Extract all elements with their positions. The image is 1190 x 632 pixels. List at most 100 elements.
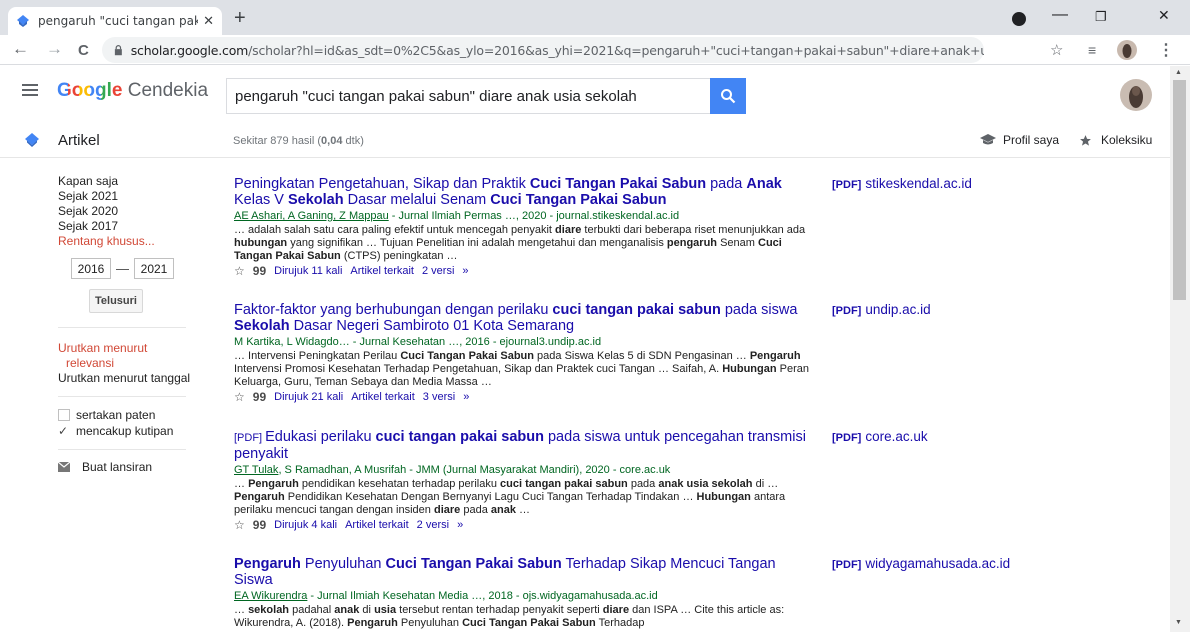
- snippet-highlight: sekolah: [248, 604, 290, 616]
- snippet-highlight: pengaruh: [666, 237, 718, 249]
- scroll-down-icon[interactable]: ▼: [1175, 619, 1182, 626]
- hamburger-menu-icon[interactable]: [22, 84, 38, 96]
- scholar-header: Google Cendekia: [0, 66, 1170, 122]
- browser-profile-icon[interactable]: [1012, 12, 1026, 26]
- time-filter-2020[interactable]: Sejak 2020: [58, 204, 188, 219]
- cited-by-link[interactable]: Dirujuk 21 kali: [274, 390, 343, 404]
- snippet-highlight: diare: [555, 224, 582, 236]
- snippet-text: Senam: [717, 237, 758, 249]
- versions-link[interactable]: 3 versi: [423, 390, 455, 404]
- time-filter-any[interactable]: Kapan saja: [58, 174, 188, 189]
- snippet-highlight: anak usia sekolah: [658, 478, 753, 490]
- my-profile-link[interactable]: Profil saya: [980, 133, 1059, 147]
- star-filled-icon: [1080, 134, 1091, 146]
- my-library-link[interactable]: Koleksiku: [1079, 133, 1152, 147]
- restore-icon[interactable]: ❐: [1095, 8, 1107, 26]
- bookmark-star-icon[interactable]: ☆: [1050, 41, 1063, 59]
- result-title-link[interactable]: Faktor-faktor yang berhubungan dengan pe…: [234, 302, 814, 334]
- result-snippet: … Pengaruh pendidikan kesehatan terhadap…: [234, 478, 814, 517]
- include-citations[interactable]: ✓ mencakup kutipan: [58, 423, 188, 439]
- snippet-text: Intervensi Promosi Kesehatan Terhadap Pe…: [234, 363, 723, 375]
- page-scrollbar[interactable]: ▲ ▼: [1170, 66, 1190, 632]
- address-bar[interactable]: scholar.google.com/scholar?hl=id&as_sdt=…: [102, 37, 984, 63]
- minimize-icon[interactable]: —: [1052, 6, 1068, 24]
- result-title-link[interactable]: [PDF] Edukasi perilaku cuci tangan pakai …: [234, 429, 814, 462]
- scroll-thumb[interactable]: [1173, 80, 1186, 300]
- include-patents[interactable]: sertakan paten: [58, 407, 188, 423]
- artikel-label[interactable]: Artikel: [58, 132, 100, 149]
- snippet-highlight: Pengaruh: [749, 350, 801, 362]
- more-icon[interactable]: »: [457, 518, 463, 532]
- result-title-link[interactable]: Peningkatan Pengetahuan, Sikap dan Prakt…: [234, 176, 814, 208]
- search-icon: [721, 89, 736, 104]
- create-alert-link[interactable]: Buat lansiran: [58, 460, 188, 474]
- author-link[interactable]: GT Tulak: [234, 464, 278, 476]
- more-icon[interactable]: »: [462, 264, 468, 278]
- pdf-source-link[interactable]: [PDF] widyagamahusada.ac.id: [832, 556, 1010, 571]
- pdf-source-link[interactable]: [PDF] undip.ac.id: [832, 302, 931, 317]
- window-close-icon[interactable]: ✕: [1158, 6, 1170, 24]
- sort-relevance[interactable]: Urutkan menurut: [58, 341, 188, 356]
- save-star-icon[interactable]: ☆: [234, 518, 245, 532]
- snippet-highlight: Pengaruh: [347, 617, 398, 629]
- time-filter-custom[interactable]: Rentang khusus...: [58, 234, 188, 249]
- snippet-text: …: [234, 604, 249, 616]
- patents-checkbox[interactable]: [58, 409, 70, 421]
- browser-avatar[interactable]: [1117, 40, 1137, 60]
- author-link[interactable]: EA Wikurendra: [234, 590, 307, 602]
- search-input[interactable]: [227, 79, 707, 113]
- sidebar-divider: [58, 327, 186, 328]
- snippet-text: padahal: [289, 604, 335, 616]
- sidebar-divider: [58, 396, 186, 397]
- pdf-badge: [PDF]: [234, 432, 263, 444]
- pdf-source-link[interactable]: [PDF] core.ac.uk: [832, 429, 928, 444]
- related-articles-link[interactable]: Artikel terkait: [350, 264, 414, 278]
- related-articles-link[interactable]: Artikel terkait: [351, 390, 415, 404]
- cited-by-link[interactable]: Dirujuk 4 kali: [274, 518, 337, 532]
- scroll-up-icon[interactable]: ▲: [1175, 69, 1182, 76]
- account-avatar[interactable]: [1120, 79, 1152, 111]
- title-highlight: Anak: [746, 176, 782, 192]
- time-filter-2017[interactable]: Sejak 2017: [58, 219, 188, 234]
- title-highlight: cuci tangan pakai sabun: [552, 302, 721, 318]
- search-button[interactable]: [710, 78, 746, 114]
- versions-link[interactable]: 2 versi: [422, 264, 454, 278]
- back-icon[interactable]: ←: [12, 39, 29, 59]
- tab-close-icon[interactable]: ✕: [203, 13, 214, 29]
- browser-menu-icon[interactable]: ⋮: [1158, 40, 1174, 60]
- result-count-prefix: Sekitar 879 hasil (: [233, 135, 322, 147]
- pdf-source-link[interactable]: [PDF] stikeskendal.ac.id: [832, 176, 972, 191]
- sort-date[interactable]: Urutkan menurut tanggal: [58, 371, 190, 386]
- title-text: pada: [706, 176, 747, 192]
- more-icon[interactable]: »: [463, 390, 469, 404]
- telusuri-button[interactable]: Telusuri: [89, 289, 143, 313]
- cite-icon[interactable]: 99: [253, 390, 266, 404]
- media-playlist-icon[interactable]: ≡: [1088, 42, 1096, 58]
- reload-icon[interactable]: C: [78, 41, 89, 61]
- time-filter-2021[interactable]: Sejak 2021: [58, 189, 188, 204]
- browser-toolbar: ← → C scholar.google.com/scholar?hl=id&a…: [0, 35, 1190, 65]
- cite-icon[interactable]: 99: [253, 518, 266, 532]
- year-from-input[interactable]: [71, 258, 111, 279]
- cite-icon[interactable]: 99: [253, 264, 266, 278]
- citations-checkbox[interactable]: ✓: [58, 423, 70, 439]
- versions-link[interactable]: 2 versi: [417, 518, 449, 532]
- forward-icon[interactable]: →: [46, 39, 63, 59]
- sort-relevance-line2[interactable]: relevansi: [58, 356, 188, 371]
- scholar-favicon-icon: [17, 15, 29, 27]
- cited-by-link[interactable]: Dirujuk 11 kali: [274, 264, 342, 278]
- browser-tab[interactable]: pengaruh "cuci tangan pakai sab ✕: [8, 7, 222, 35]
- search-result: Peningkatan Pengetahuan, Sikap dan Prakt…: [234, 176, 814, 278]
- save-star-icon[interactable]: ☆: [234, 390, 245, 404]
- my-library-label: Koleksiku: [1101, 133, 1153, 147]
- save-star-icon[interactable]: ☆: [234, 264, 245, 278]
- result-title-link[interactable]: Pengaruh Penyuluhan Cuci Tangan Pakai Sa…: [234, 556, 814, 588]
- author-link[interactable]: AE Ashari, A Ganing, Z Mappau: [234, 210, 389, 222]
- google-cendekia-logo[interactable]: Google Cendekia: [57, 80, 208, 102]
- result-snippet: … adalah salah satu cara paling efektif …: [234, 224, 814, 263]
- title-text: Peningkatan Pengetahuan, Sikap dan Prakt…: [234, 176, 530, 192]
- related-articles-link[interactable]: Artikel terkait: [345, 518, 409, 532]
- title-highlight: Pengaruh: [234, 556, 301, 572]
- year-to-input[interactable]: [134, 258, 174, 279]
- new-tab-icon[interactable]: +: [234, 8, 246, 28]
